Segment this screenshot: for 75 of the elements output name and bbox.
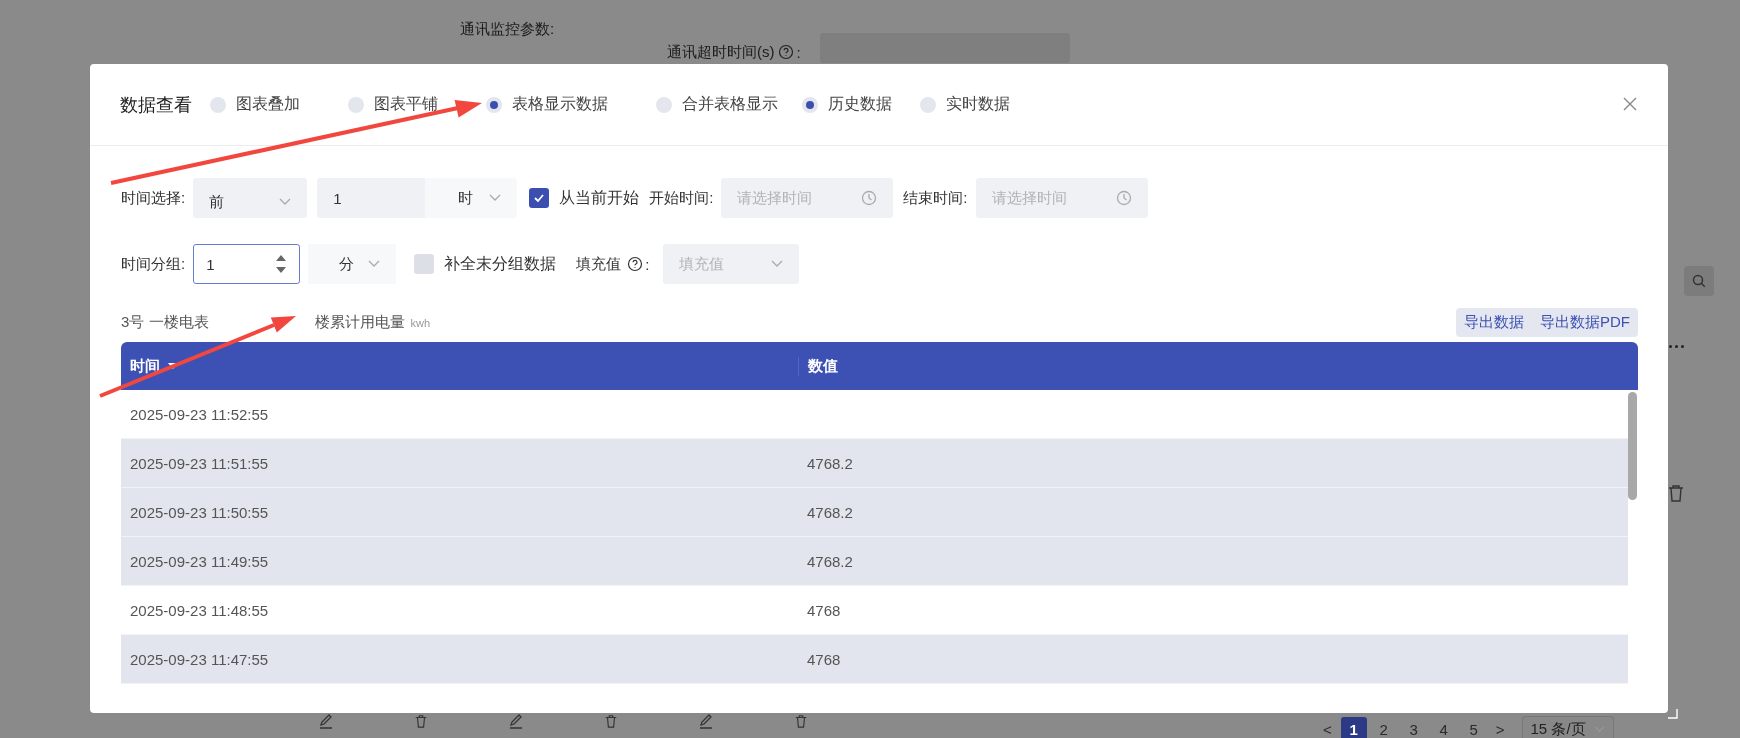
trash-icon[interactable]	[794, 713, 808, 729]
help-icon[interactable]	[627, 256, 644, 272]
trash-icon[interactable]	[604, 713, 618, 729]
view-mode-radio[interactable]: 图表叠加	[210, 94, 300, 115]
fill-value-label: :	[645, 255, 650, 273]
value-cell-text: 4768.2	[806, 454, 853, 472]
resize-handle-icon[interactable]	[1668, 709, 1678, 719]
field-label: :	[796, 43, 801, 61]
group-unit-select[interactable]: 分	[308, 244, 397, 284]
fill-value-label: 填充值	[576, 254, 622, 274]
unit-select[interactable]: 时	[425, 178, 518, 218]
chevron-down-icon	[489, 194, 502, 202]
more-icon[interactable]	[1669, 345, 1684, 348]
next-page-button[interactable]: >	[1490, 721, 1510, 738]
search-icon	[1691, 273, 1707, 289]
chevron-down-icon	[368, 260, 381, 268]
trash-icon[interactable]	[1668, 484, 1684, 502]
check-icon	[533, 192, 546, 204]
fill-missing-checkbox[interactable]: 补全末分组数据	[414, 253, 557, 275]
table-row[interactable]: 2025-09-23 11:50:55 4768.2	[121, 488, 1628, 537]
edit-icon[interactable]	[698, 713, 714, 729]
input-field[interactable]	[819, 33, 1070, 63]
clock-icon	[1115, 190, 1132, 206]
time-cell-text: 2025-09-23 11:50:55	[129, 503, 270, 521]
edit-icon[interactable]	[508, 713, 524, 729]
from-now-checkbox[interactable]: 从当前开始	[529, 187, 640, 209]
clock-icon	[861, 190, 878, 206]
export-button[interactable]: 导出数据PDF	[1532, 307, 1638, 337]
time-select-label: 时间选择:	[121, 188, 186, 208]
value-cell-text: 4768.2	[806, 552, 853, 570]
data-source-radio[interactable]: 历史数据	[802, 94, 892, 115]
value-cell-text: 4768	[806, 601, 841, 619]
end-time-label: 结束时间:	[903, 188, 968, 208]
time-cell-text: 2025-09-23 11:49:55	[129, 552, 270, 570]
search-button[interactable]	[1684, 266, 1714, 296]
page-button[interactable]: 5	[1460, 716, 1487, 738]
chevron-down-icon	[279, 198, 292, 206]
table-row[interactable]: 2025-09-23 11:51:55 4768.2	[121, 439, 1628, 488]
data-source-radio[interactable]: 实时数据	[920, 94, 1010, 115]
time-cell-text: 2025-09-23 11:52:55	[129, 405, 270, 423]
time-cell-text: 2025-09-23 11:48:55	[129, 601, 270, 619]
field-label: 通讯超时时间(s)	[667, 42, 775, 62]
start-time-label: 开始时间:	[649, 188, 714, 208]
close-icon[interactable]	[1622, 96, 1638, 112]
dialog-title: 数据查看	[120, 93, 192, 117]
page-button[interactable]: 3	[1400, 716, 1427, 738]
time-group-label: 时间分组:	[121, 254, 186, 274]
view-mode-radio[interactable]: 合并表格显示	[656, 94, 778, 115]
page-button[interactable]: 1	[1340, 716, 1367, 738]
view-mode-radio[interactable]: 表格显示数据	[486, 94, 608, 115]
amount-field[interactable]: 1	[317, 178, 426, 218]
value-cell-text: 4768.2	[806, 503, 853, 521]
trash-icon[interactable]	[414, 713, 428, 729]
page-button[interactable]: 2	[1370, 716, 1397, 738]
unit-label: kwh	[410, 316, 431, 329]
help-icon	[777, 44, 794, 60]
page-button[interactable]: 4	[1430, 716, 1457, 738]
time-cell-text: 2025-09-23 11:51:55	[129, 454, 270, 472]
scrollbar[interactable]	[1628, 392, 1637, 500]
device-name: 3号 一楼电表	[121, 312, 209, 332]
section-label: 通讯监控参数:	[460, 20, 556, 39]
table-row[interactable]: 2025-09-23 11:49:55 4768.2	[121, 537, 1628, 586]
export-button[interactable]: 导出数据	[1456, 307, 1532, 337]
column-header[interactable]: 数值	[798, 356, 838, 376]
page-size-select[interactable]: 15 条/页	[1521, 716, 1614, 738]
direction-select[interactable]: 前	[193, 178, 308, 218]
chevron-down-icon	[771, 260, 784, 268]
value-cell-text: 4768	[806, 650, 841, 668]
edit-icon[interactable]	[318, 713, 334, 729]
number-field[interactable]: 1	[193, 244, 301, 284]
table-row[interactable]: 2025-09-23 11:47:55 4768	[121, 635, 1628, 684]
view-mode-radio[interactable]: 图表平铺	[348, 94, 438, 115]
series-name: 楼累计用电量	[314, 312, 405, 332]
time-cell-text: 2025-09-23 11:47:55	[129, 650, 270, 668]
previous-page-button[interactable]: <	[1318, 721, 1337, 738]
